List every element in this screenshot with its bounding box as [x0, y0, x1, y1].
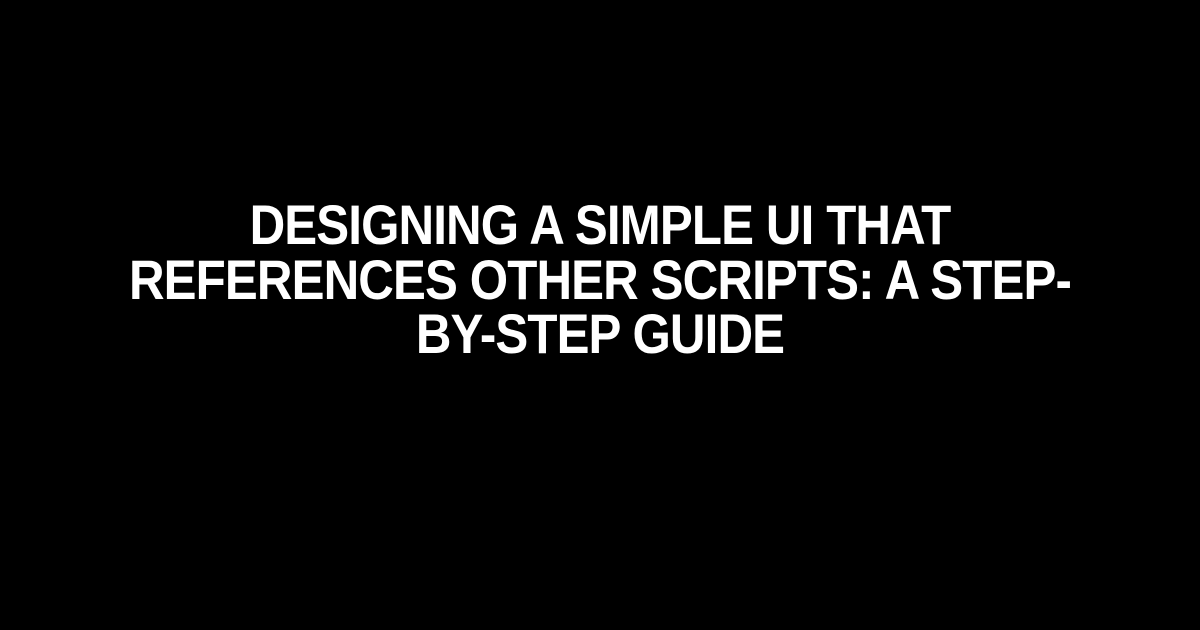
- title-container: Designing a Simple UI that References Ot…: [0, 198, 1200, 363]
- page-title: Designing a Simple UI that References Ot…: [116, 198, 1084, 363]
